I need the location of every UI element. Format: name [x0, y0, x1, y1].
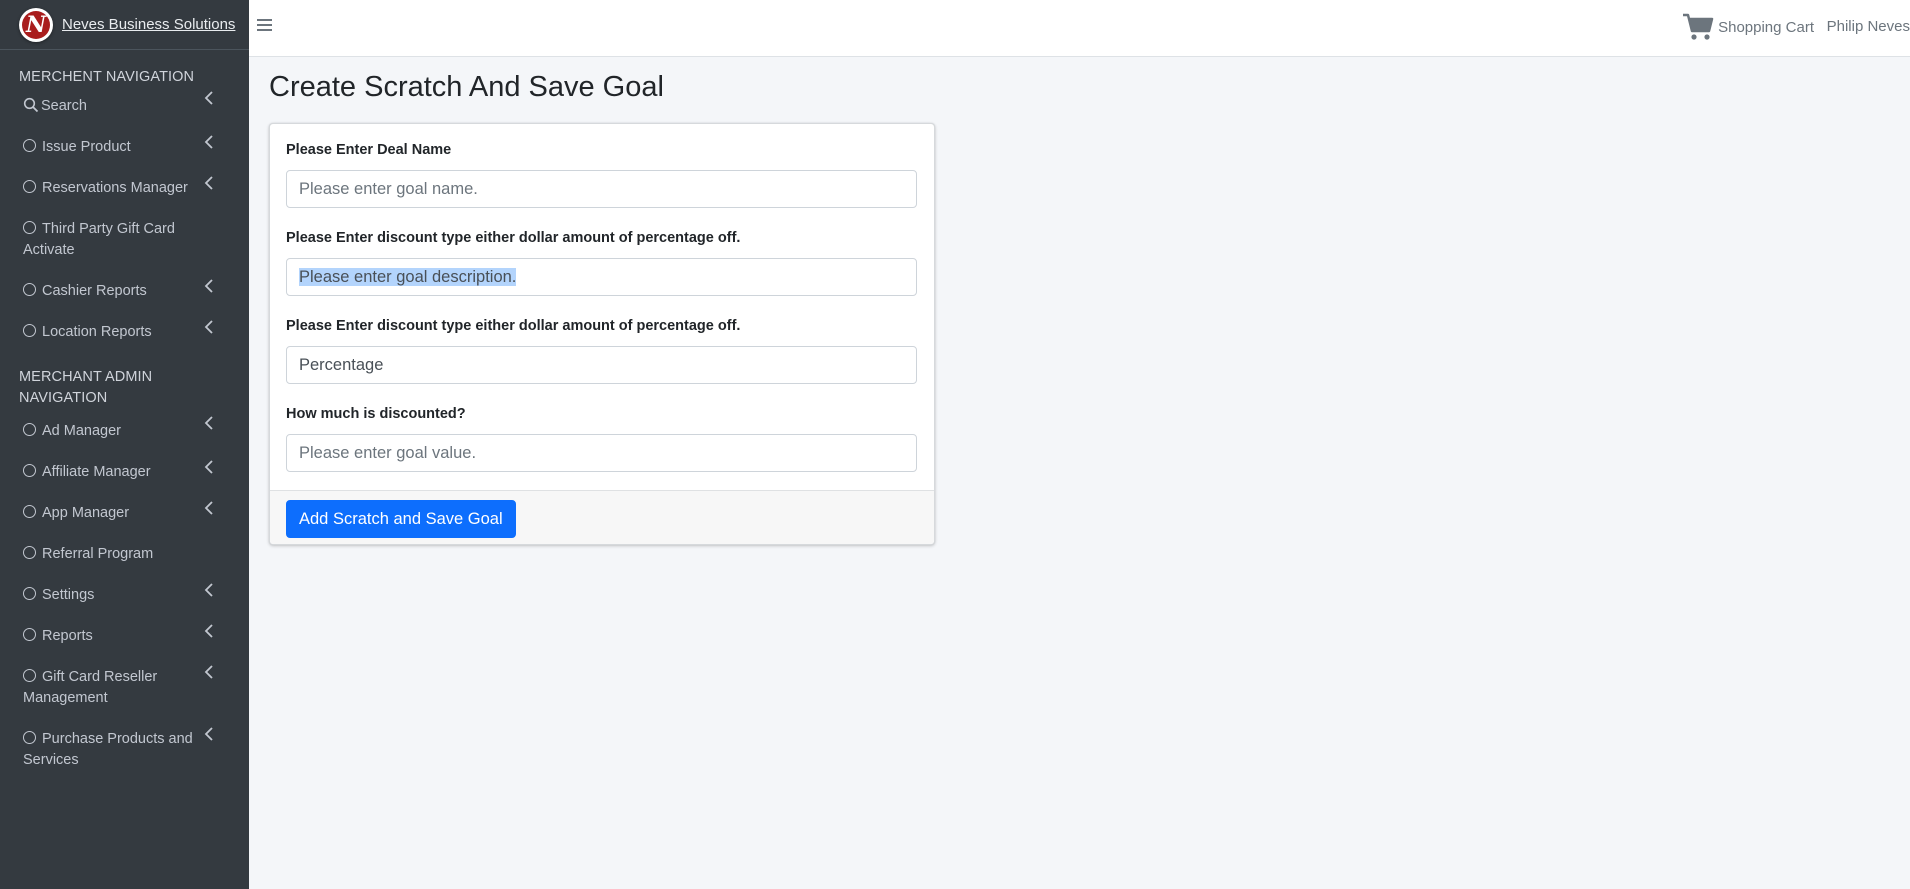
- sidebar-item-label: Cashier Reports: [42, 283, 147, 299]
- chevron-left-icon: [204, 583, 213, 597]
- shopping-cart-label: Shopping Cart: [1718, 18, 1814, 36]
- chevron-left-icon: [204, 460, 213, 474]
- sidebar-item-label: Purchase Products and Services: [23, 731, 193, 768]
- circle-icon: [23, 180, 36, 193]
- sidebar-item-reservations-manager[interactable]: Reservations Manager: [0, 168, 239, 209]
- chevron-left-icon: [204, 91, 213, 105]
- sidebar-item-gift-card-reseller-management[interactable]: Gift Card Reseller Management: [0, 657, 239, 719]
- topbar: Shopping Cart Philip Neves: [249, 0, 1910, 57]
- field-label: Please Enter Deal Name: [286, 142, 452, 158]
- add-goal-button[interactable]: Add Scratch and Save Goal: [286, 500, 516, 538]
- chevron-left-icon: [204, 135, 213, 149]
- brand-logo: N: [19, 7, 53, 42]
- discount-type-input[interactable]: Percentage: [286, 346, 917, 384]
- circle-icon: [23, 505, 36, 518]
- input-placeholder: Please enter goal name.: [299, 180, 478, 198]
- circle-icon: [23, 546, 36, 559]
- input-placeholder: Please enter goal description.: [299, 268, 517, 286]
- sidebar-item-third-party-gift-card-activate[interactable]: Third Party Gift Card Activate: [0, 209, 239, 271]
- circle-icon: [23, 628, 36, 641]
- circle-icon: [23, 587, 36, 600]
- input-placeholder: Please enter goal value.: [299, 444, 477, 462]
- sidebar-item-settings[interactable]: Settings: [0, 575, 239, 616]
- deal-name-input[interactable]: Please enter goal name.: [286, 170, 917, 208]
- circle-icon: [23, 464, 36, 477]
- sidebar-item-label: Issue Product: [42, 139, 131, 155]
- circle-icon: [23, 669, 36, 682]
- sidebar: N Neves Business Solutions MERCHENT NAVI…: [0, 0, 249, 889]
- brand-logo-letter: N: [22, 10, 50, 39]
- circle-icon: [23, 324, 36, 337]
- sidebar-item-app-manager[interactable]: App Manager: [0, 493, 239, 534]
- circle-icon: [23, 139, 36, 152]
- shopping-cart-icon: [1683, 13, 1714, 40]
- search-icon: [23, 97, 39, 113]
- sidebar-item-label: Gift Card Reseller Management: [23, 669, 158, 706]
- sidebar-item-ad-manager[interactable]: Ad Manager: [0, 416, 239, 452]
- sidebar-item-label: Search: [41, 98, 87, 114]
- chevron-left-icon: [204, 320, 213, 334]
- circle-icon: [23, 731, 36, 744]
- page-title: Create Scratch And Save Goal: [269, 71, 664, 103]
- goal-description-input[interactable]: Please enter goal description.: [286, 258, 917, 296]
- brand[interactable]: N Neves Business Solutions: [0, 0, 249, 50]
- hamburger-menu-icon[interactable]: [257, 16, 272, 34]
- sidebar-item-label: Third Party Gift Card Activate: [23, 221, 175, 258]
- field-label: Please Enter discount type either dollar…: [286, 230, 741, 246]
- chevron-left-icon: [204, 279, 213, 293]
- sidebar-item-referral-program[interactable]: Referral Program: [0, 534, 239, 575]
- brand-name[interactable]: Neves Business Solutions: [62, 17, 235, 32]
- sidebar-item-purchase-products-and-services[interactable]: Purchase Products and Services: [0, 719, 239, 781]
- sidebar-item-label: Ad Manager: [42, 423, 121, 439]
- sidebar-item-search[interactable]: Search: [0, 91, 239, 127]
- sidebar-item-label: App Manager: [42, 505, 130, 521]
- chevron-left-icon: [204, 665, 213, 679]
- field-label: How much is discounted?: [286, 406, 466, 422]
- sidebar-item-cashier-reports[interactable]: Cashier Reports: [0, 271, 239, 312]
- circle-icon: [23, 423, 36, 436]
- sidebar-item-location-reports[interactable]: Location Reports: [0, 312, 239, 353]
- sidebar-item-label: Referral Program: [42, 546, 154, 562]
- chevron-left-icon: [204, 501, 213, 515]
- user-menu[interactable]: Philip Neves: [1827, 18, 1910, 35]
- sidebar-item-affiliate-manager[interactable]: Affiliate Manager: [0, 452, 239, 493]
- sidebar-item-label: Location Reports: [42, 324, 152, 340]
- sidebar-item-label: Affiliate Manager: [42, 464, 151, 480]
- sidebar-nav: MERCHENT NAVIGATION Search Issue Product Re…: [0, 50, 249, 781]
- goal-form: Please Enter Deal Name Please enter goal …: [270, 124, 934, 490]
- sidebar-item-label: Reservations Manager: [42, 180, 188, 196]
- sidebar-item-reports[interactable]: Reports: [0, 616, 239, 657]
- chevron-left-icon: [204, 624, 213, 638]
- sidebar-item-label: Reports: [42, 628, 93, 644]
- chevron-left-icon: [204, 727, 213, 741]
- card-footer: Add Scratch and Save Goal: [270, 490, 934, 544]
- chevron-left-icon: [204, 176, 213, 190]
- chevron-left-icon: [204, 416, 213, 430]
- circle-icon: [23, 283, 36, 296]
- sidebar-item-issue-product[interactable]: Issue Product: [0, 127, 239, 168]
- shopping-cart-link[interactable]: Shopping Cart: [1682, 12, 1814, 42]
- discount-amount-input[interactable]: Please enter goal value.: [286, 434, 917, 472]
- field-label: Please Enter discount type either dollar…: [286, 318, 741, 334]
- circle-icon: [23, 221, 36, 234]
- goal-form-card: Please Enter Deal Name Please enter goal …: [269, 123, 935, 545]
- nav-section-header: MERCHANT ADMIN NAVIGATION: [19, 369, 153, 406]
- nav-section-header: MERCHENT NAVIGATION: [19, 69, 195, 85]
- sidebar-item-label: Settings: [42, 587, 95, 603]
